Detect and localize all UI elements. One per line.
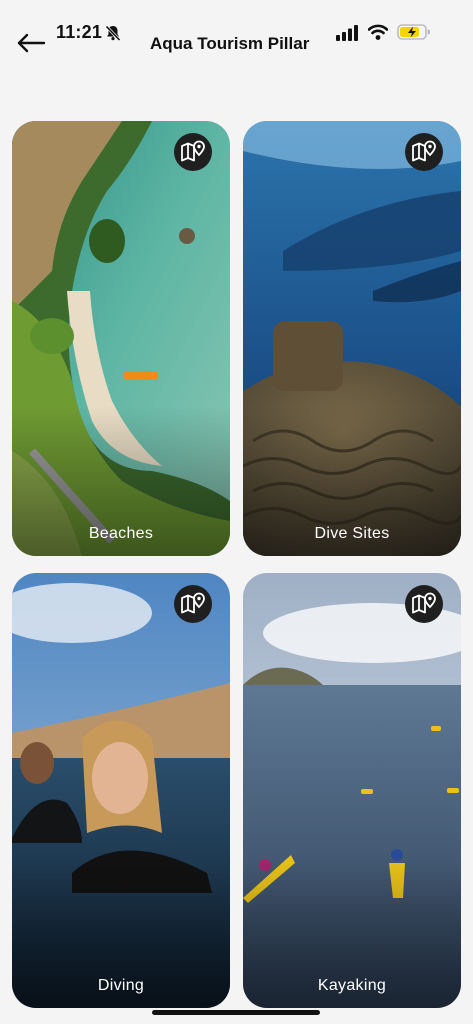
card-kayaking[interactable]: Kayaking — [243, 573, 461, 1008]
wifi-icon — [368, 24, 388, 40]
map-button[interactable] — [174, 133, 212, 171]
bell-slash-icon — [105, 25, 121, 42]
battery-charging-icon — [397, 24, 430, 40]
card-label: Diving — [97, 977, 145, 994]
map-pin-icon — [412, 592, 436, 614]
home-indicator[interactable] — [152, 1010, 320, 1015]
map-pin-icon — [412, 140, 436, 162]
card-dive-sites[interactable]: Dive Sites — [243, 121, 461, 556]
status-time: 11:21 — [56, 22, 103, 42]
cellular-signal-icon — [336, 25, 358, 41]
back-button[interactable] — [14, 30, 48, 56]
card-label: Kayaking — [317, 977, 387, 994]
card-label: Beaches — [88, 525, 154, 542]
map-button[interactable] — [405, 133, 443, 171]
map-button[interactable] — [174, 585, 212, 623]
card-diving[interactable]: Diving — [12, 573, 230, 1008]
card-beaches[interactable]: Beaches — [12, 121, 230, 556]
map-button[interactable] — [405, 585, 443, 623]
page-title: Aqua Tourism Pillar — [150, 34, 310, 53]
map-pin-icon — [181, 140, 205, 162]
card-label: Dive Sites — [314, 525, 390, 542]
arrow-left-icon — [17, 33, 46, 53]
map-pin-icon — [181, 592, 205, 614]
